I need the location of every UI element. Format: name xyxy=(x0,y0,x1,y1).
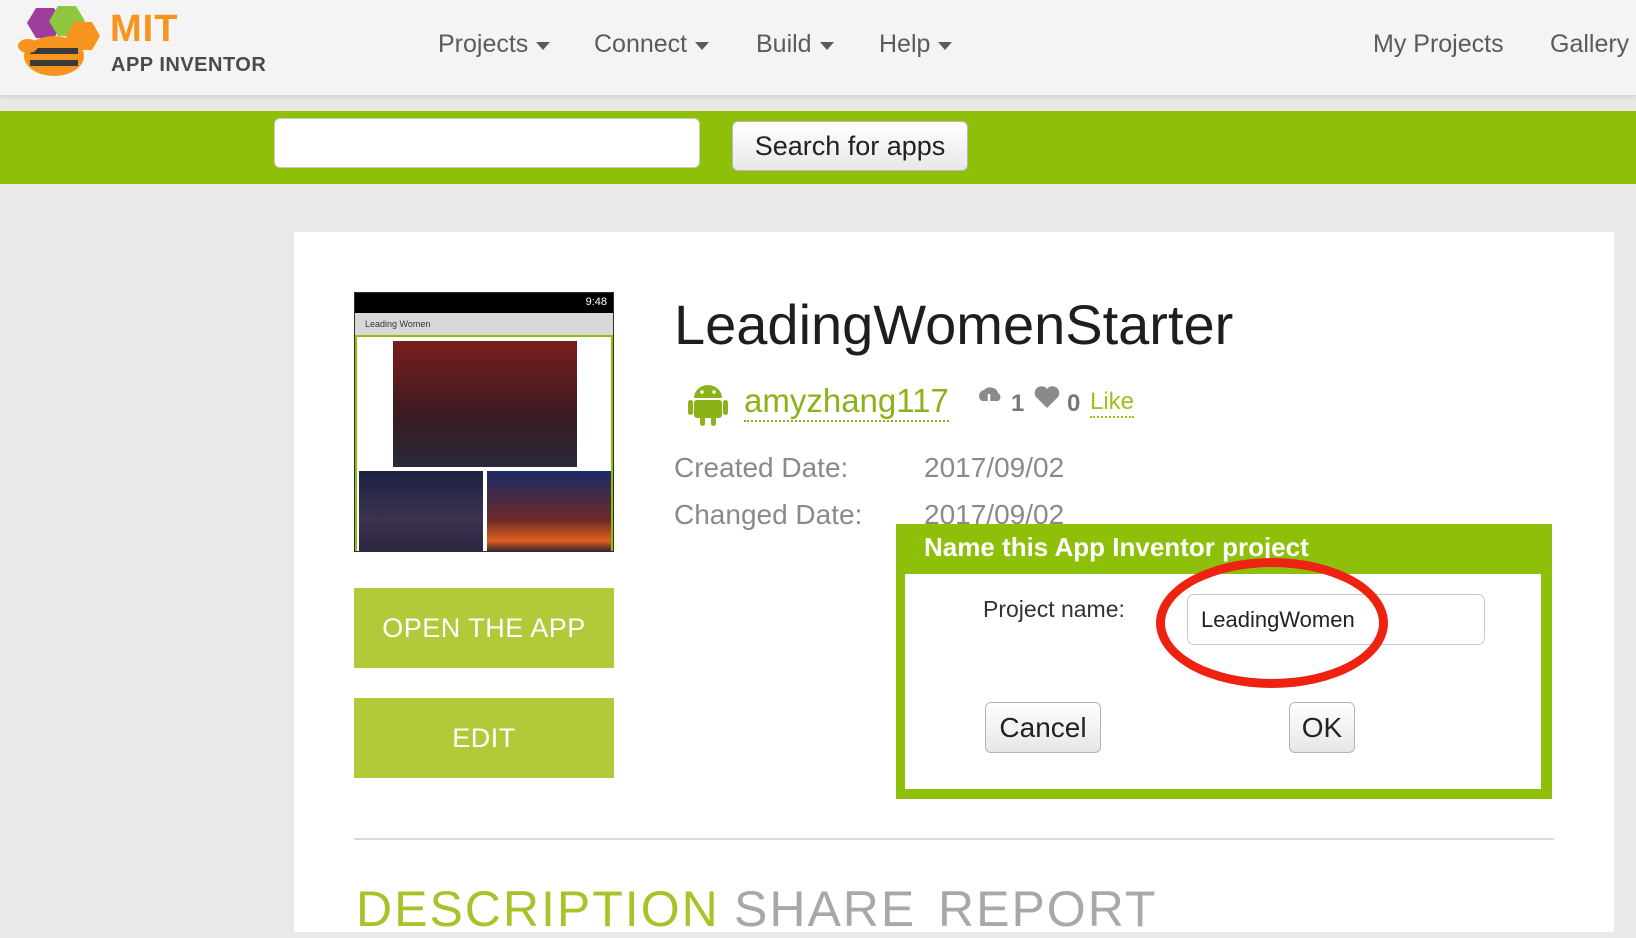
app-screenshot-thumbnail: 9:48 Leading Women xyxy=(354,292,614,552)
ok-button[interactable]: OK xyxy=(1289,702,1355,753)
created-date-label: Created Date: xyxy=(674,452,849,483)
photo-image xyxy=(487,471,611,551)
edit-button[interactable]: EDIT xyxy=(354,698,614,778)
app-inventor-logo[interactable]: MIT APP INVENTOR xyxy=(14,4,274,86)
nav-link-my-projects[interactable]: My Projects xyxy=(1373,30,1504,59)
section-divider xyxy=(354,838,1554,840)
nav-menu-label: Help xyxy=(879,30,931,58)
nav-menu-projects[interactable]: Projects xyxy=(438,30,551,59)
like-link[interactable]: Like xyxy=(1090,388,1135,418)
bee-logo-icon xyxy=(18,6,100,76)
cloud-download-icon xyxy=(979,387,1001,410)
caret-down-icon xyxy=(536,42,551,50)
app-title: LeadingWomenStarter xyxy=(674,293,1234,356)
caret-down-icon xyxy=(695,42,710,50)
nav-link-gallery[interactable]: Gallery xyxy=(1550,30,1629,59)
nav-menu-label: Connect xyxy=(594,30,688,58)
phone-status-bar: 9:48 xyxy=(355,293,613,313)
phone-screen-title-bar: Leading Women xyxy=(355,313,613,335)
tab-share[interactable]: SHARE xyxy=(734,880,916,938)
nav-menu-connect[interactable]: Connect xyxy=(594,30,710,59)
download-count: 1 xyxy=(1011,390,1025,417)
cancel-button[interactable]: Cancel xyxy=(985,702,1101,753)
nav-menu-build[interactable]: Build xyxy=(756,30,834,59)
logo-app-inventor-text: APP INVENTOR xyxy=(111,54,267,76)
top-navigation-bar: MIT APP INVENTOR Projects Connect Build … xyxy=(0,0,1636,96)
open-the-app-button[interactable]: OPEN THE APP xyxy=(354,588,614,668)
caret-down-icon xyxy=(938,42,953,50)
project-name-label: Project name: xyxy=(983,596,1125,622)
nav-menu-label: Build xyxy=(756,30,812,58)
created-date-value: 2017/09/02 xyxy=(924,452,1065,483)
search-input[interactable] xyxy=(274,118,700,168)
heart-icon[interactable] xyxy=(1033,385,1061,409)
tab-description[interactable]: DESCRIPTION xyxy=(356,880,720,938)
screen-title: Leading Women xyxy=(365,319,431,329)
photo-image xyxy=(393,341,577,467)
android-icon xyxy=(688,385,728,426)
like-count: 0 xyxy=(1067,390,1081,417)
tab-report[interactable]: REPORT xyxy=(938,880,1157,938)
nav-menu-help[interactable]: Help xyxy=(879,30,953,59)
highlight-annotation-circle xyxy=(1156,558,1388,688)
gallery-search-bar: Search for apps xyxy=(0,111,1636,184)
author-link[interactable]: amyzhang117 xyxy=(744,382,949,422)
nav-menu-label: Projects xyxy=(438,30,529,58)
logo-mit-text: MIT xyxy=(110,8,179,50)
photo-image xyxy=(359,471,483,551)
status-time: 9:48 xyxy=(585,296,607,308)
search-for-apps-button[interactable]: Search for apps xyxy=(732,121,968,171)
changed-date-label: Changed Date: xyxy=(674,499,863,530)
caret-down-icon xyxy=(819,42,834,50)
